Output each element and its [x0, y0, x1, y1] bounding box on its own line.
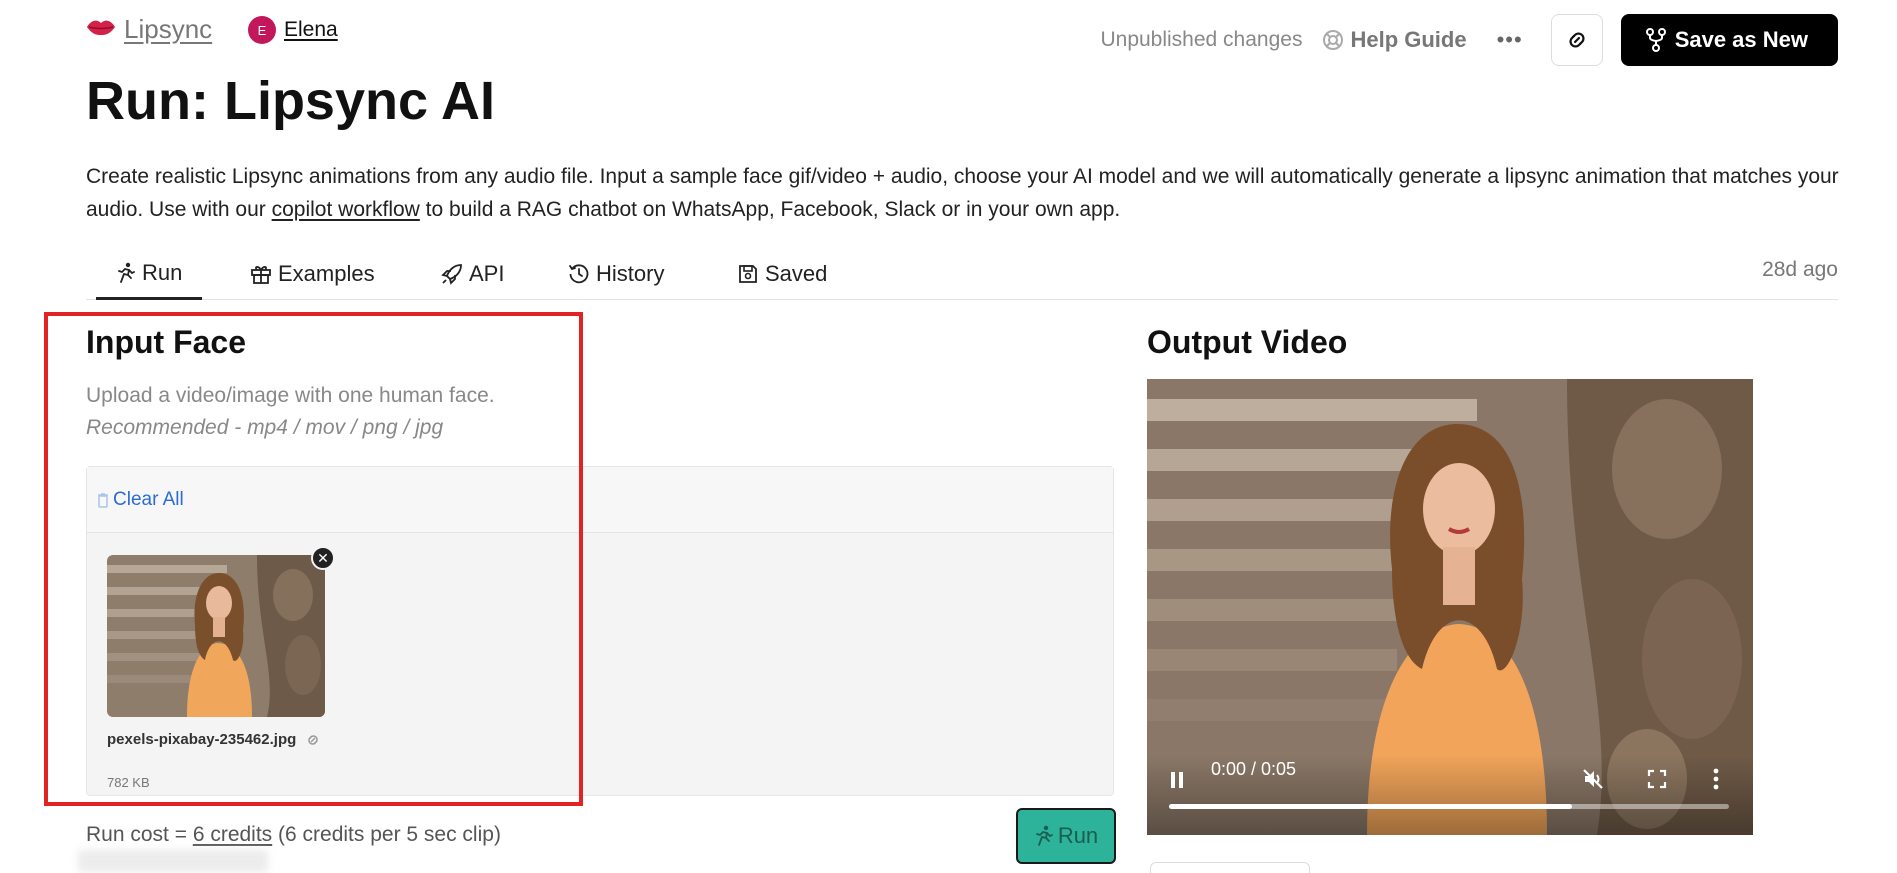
- gift-icon: [251, 266, 271, 284]
- save-as-new-label: Save as New: [1674, 27, 1808, 52]
- lifebuoy-icon: [1323, 30, 1344, 50]
- muted-volume-icon[interactable]: [1581, 767, 1605, 791]
- tab-api-label: API: [469, 261, 505, 286]
- description-text-end: to build a RAG chatbot on WhatsApp, Face…: [419, 198, 1121, 221]
- brand-name: Lipsync: [124, 13, 213, 44]
- more-options-button[interactable]: •••: [1497, 27, 1523, 53]
- tab-bar: Run Examples API History Saved 28d ago: [86, 248, 1838, 300]
- run-button-label: Run: [1057, 823, 1099, 848]
- video-time: 0:00 / 0:05: [1211, 759, 1297, 779]
- tab-examples[interactable]: Examples: [250, 248, 375, 300]
- avatar: E: [248, 16, 276, 44]
- save-icon: [739, 265, 757, 283]
- pause-icon[interactable]: [1169, 770, 1185, 790]
- credits-link[interactable]: 6 credits: [193, 823, 272, 846]
- video-controls: 0:00 / 0:05: [1147, 755, 1753, 835]
- link-icon: [1569, 32, 1585, 48]
- run-icon: [118, 262, 135, 283]
- page-description: Create realistic Lipsync animations from…: [86, 160, 1846, 226]
- output-video-player[interactable]: 0:00 / 0:05: [1147, 379, 1753, 835]
- last-updated: 28d ago: [1762, 258, 1838, 281]
- tab-run-label: Run: [142, 259, 183, 285]
- below-video-button[interactable]: [1150, 862, 1310, 873]
- video-progress-bar[interactable]: [1169, 804, 1729, 809]
- copilot-workflow-link[interactable]: copilot workflow: [272, 198, 420, 221]
- run-cost: Run cost = 6 credits (6 credits per 5 se…: [86, 823, 501, 847]
- tab-saved-label: Saved: [765, 261, 828, 286]
- blurred-text: [78, 850, 268, 872]
- tab-run[interactable]: Run: [96, 248, 203, 300]
- tab-history-label: History: [596, 261, 665, 286]
- help-guide-link[interactable]: Help Guide: [1322, 27, 1467, 53]
- run-cost-prefix: Run cost =: [86, 823, 193, 846]
- lips-icon: [86, 15, 116, 43]
- user-name: Elena: [284, 18, 338, 41]
- output-video-title: Output Video: [1147, 324, 1348, 360]
- top-bar: Lipsync E Elena Unpublished changes Help…: [86, 14, 1838, 66]
- highlight-box: [44, 312, 583, 806]
- rocket-icon: [441, 264, 462, 285]
- run-button[interactable]: Run: [1016, 808, 1116, 864]
- fullscreen-icon[interactable]: [1647, 769, 1667, 789]
- user-menu[interactable]: E Elena: [248, 16, 338, 44]
- run-icon: [1035, 825, 1053, 846]
- brand-link[interactable]: Lipsync: [86, 14, 212, 44]
- page-title: Run: Lipsync AI: [86, 71, 496, 131]
- save-as-new-button[interactable]: Save as New: [1620, 14, 1838, 66]
- more-vertical-icon[interactable]: [1713, 768, 1719, 790]
- history-icon: [569, 264, 589, 284]
- run-cost-suffix: (6 credits per 5 sec clip): [272, 823, 501, 846]
- copy-link-button[interactable]: [1550, 14, 1603, 66]
- help-guide-label: Help Guide: [1350, 27, 1467, 52]
- unpublished-status: Unpublished changes: [1100, 28, 1303, 51]
- tab-saved[interactable]: Saved: [737, 248, 827, 300]
- tab-api[interactable]: API: [441, 248, 504, 300]
- fork-icon: [1645, 28, 1666, 52]
- video-progress-fill: [1169, 804, 1573, 809]
- tab-history[interactable]: History: [568, 248, 664, 300]
- tab-examples-label: Examples: [278, 261, 375, 286]
